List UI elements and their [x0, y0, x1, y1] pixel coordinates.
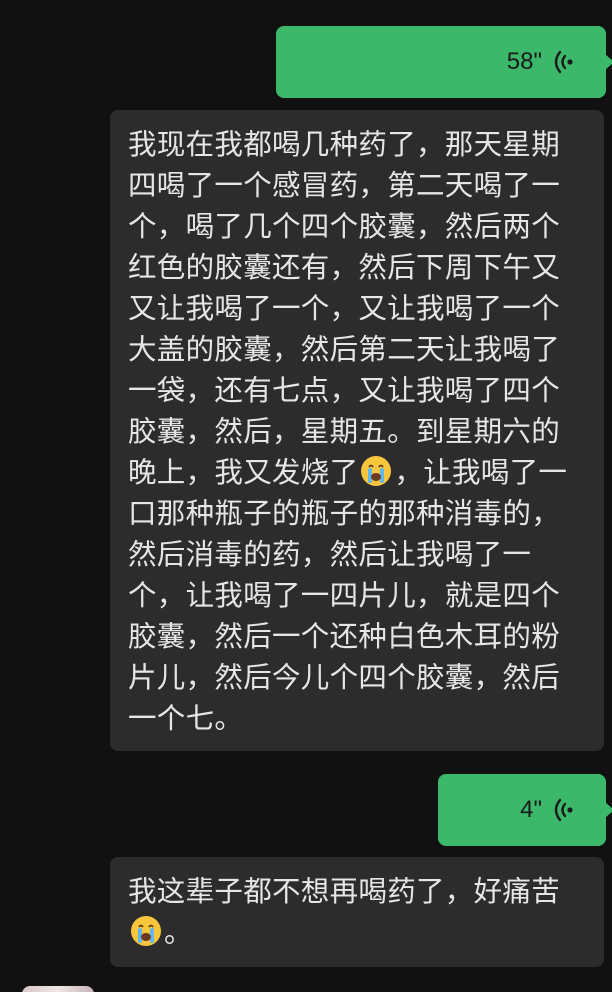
avatar[interactable]: [22, 986, 94, 992]
voice-duration: 58": [506, 48, 542, 75]
message-text-continued: ，让我喝了一口那种瓶子的瓶子的那种消毒的，然后消毒的药，然后让我喝了一个，让我喝…: [128, 456, 568, 735]
text-message-bubble[interactable]: 我这辈子都不想再喝药了，好痛苦 。: [110, 857, 604, 967]
message-text-continued: 。: [164, 916, 193, 949]
voice-wave-icon: [554, 798, 573, 822]
message-text: 我这辈子都不想再喝药了，好痛苦: [128, 875, 561, 908]
voice-message-bubble[interactable]: 58": [276, 26, 612, 98]
voice-wave-icon: [554, 50, 573, 74]
crying-face-emoji: [131, 916, 161, 946]
text-message-bubble[interactable]: 我现在我都喝几种药了，那天星期四喝了一个感冒药，第二天喝了一个，喝了几个四个胶囊…: [110, 110, 604, 751]
chat-conversation: 58" 我现在我都喝几种药了，那天星期四喝了一个感冒药，第二天喝了一个，喝了几个…: [0, 0, 612, 992]
message-text: 我现在我都喝几种药了，那天星期四喝了一个感冒药，第二天喝了一个，喝了几个四个胶囊…: [128, 128, 561, 489]
voice-message-bubble[interactable]: 4": [438, 774, 612, 846]
crying-face-emoji: [361, 456, 392, 486]
voice-duration: 4": [520, 796, 542, 823]
